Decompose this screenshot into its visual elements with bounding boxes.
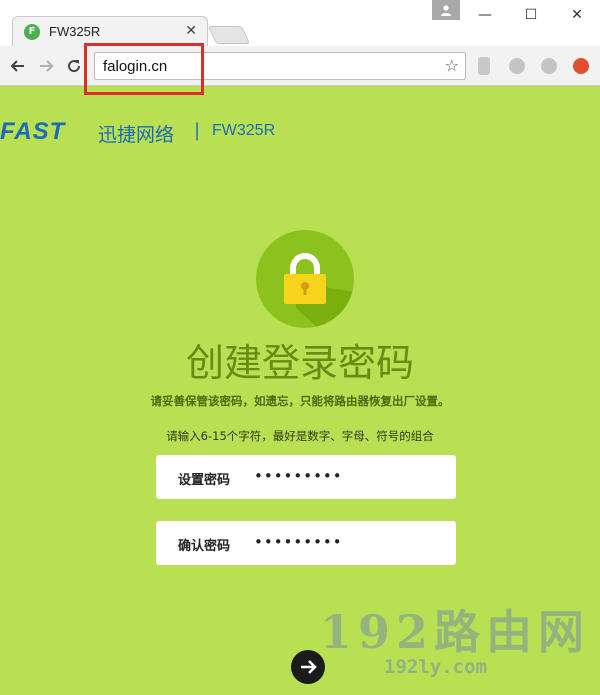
tab-close-icon[interactable]: ✕ <box>185 23 197 39</box>
watermark: 192路由网 <box>320 605 591 659</box>
back-icon <box>10 60 24 72</box>
next-button[interactable] <box>291 650 325 684</box>
watermark-url: 192ly.com <box>384 656 487 678</box>
reload-icon <box>68 60 81 73</box>
address-highlight-box <box>84 43 204 95</box>
maximize-button[interactable]: ☐ <box>508 0 554 30</box>
brand-model: FW325R <box>212 122 276 139</box>
confirm-password-label: 确认密码 <box>178 539 231 554</box>
browser-tab[interactable]: F FW325R ✕ <box>12 16 208 46</box>
extension-icon[interactable] <box>478 57 490 75</box>
profile-button[interactable] <box>432 0 460 20</box>
update-icon[interactable] <box>573 58 589 74</box>
tab-title: FW325R <box>49 24 101 39</box>
extension-icon[interactable] <box>509 58 525 74</box>
profile-icon <box>441 5 451 16</box>
lock-icon <box>284 253 354 328</box>
star-icon[interactable]: ☆ <box>445 56 459 75</box>
set-password-label: 设置密码 <box>178 473 231 488</box>
minimize-button[interactable]: — <box>462 0 508 30</box>
set-password-input[interactable]: ••••••••• <box>254 467 343 485</box>
back-button[interactable] <box>6 54 30 78</box>
arrow-right-icon <box>301 660 317 674</box>
reload-button[interactable] <box>62 54 86 78</box>
password-notice: 请妥善保管该密码，如遗忘，只能将路由器恢复出厂设置。 <box>150 394 450 408</box>
brand-name: 迅捷网络 <box>98 124 175 146</box>
lock-badge <box>256 230 354 328</box>
favicon-icon: F <box>24 24 40 40</box>
set-password-field[interactable]: 设置密码 ••••••••• <box>156 455 456 499</box>
forward-button[interactable] <box>34 54 58 78</box>
browser-titlebar: F FW325R ✕ — ☐ ✕ <box>0 0 600 46</box>
brand-separator: | <box>194 120 201 141</box>
close-window-button[interactable]: ✕ <box>554 0 600 30</box>
forward-icon <box>40 60 54 72</box>
page-title: 创建登录密码 <box>185 341 414 385</box>
new-tab-button[interactable] <box>207 26 251 44</box>
confirm-password-input[interactable]: ••••••••• <box>254 533 343 551</box>
brand-logo: FAST <box>0 118 66 145</box>
extension-icon[interactable] <box>541 58 557 74</box>
confirm-password-field[interactable]: 确认密码 ••••••••• <box>156 521 456 565</box>
password-instruction: 请输入6-15个字符，最好是数字、字母、符号的组合 <box>166 429 434 443</box>
